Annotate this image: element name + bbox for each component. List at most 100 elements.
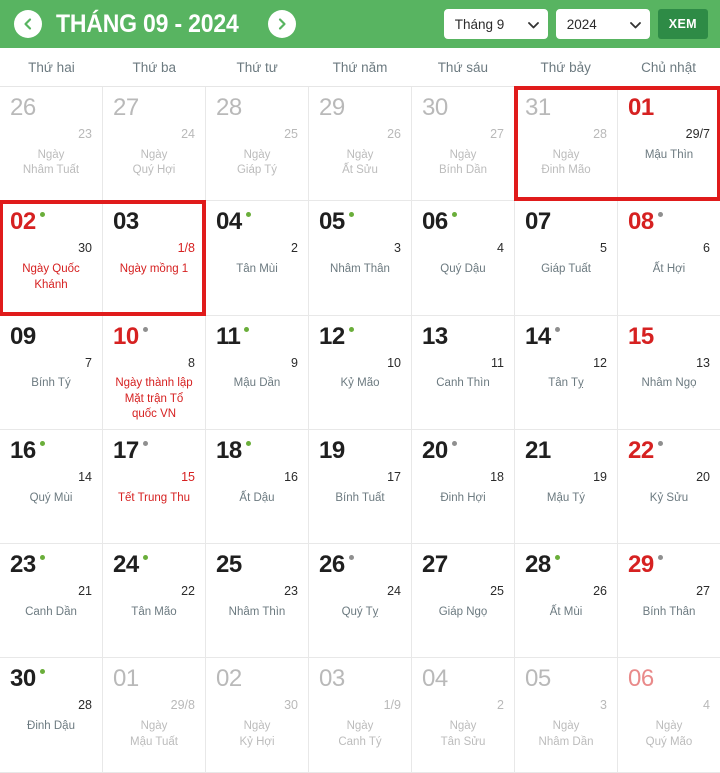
day-number: 06 <box>628 665 654 693</box>
day-cell[interactable]: 28 26 Ất Mùi <box>515 544 617 658</box>
weekday-header-5: Thứ bảy <box>540 59 591 75</box>
day-cell[interactable]: 14 12 Tân Tỵ <box>515 315 617 429</box>
lunar-date: 15 <box>181 469 195 484</box>
day-marker-dot-icon <box>142 326 148 332</box>
day-cell-top: 20 <box>422 438 504 467</box>
day-cell[interactable]: 22 20 Kỷ Sửu <box>618 429 720 544</box>
day-number: 05 <box>319 208 345 236</box>
day-cell[interactable]: 28 25 Ngày Giáp Tý <box>206 87 308 201</box>
day-cell[interactable]: 12 10 Kỷ Mão <box>309 315 411 429</box>
lunar-date: 17 <box>387 469 401 484</box>
day-cell[interactable]: 09 7 Bính Tý <box>0 315 102 429</box>
day-cell-top: 29 <box>628 553 710 581</box>
day-cell[interactable]: 30 28 Đinh Dậu <box>0 658 102 772</box>
day-cell[interactable]: 30 27 Ngày Bính Dần <box>412 87 514 201</box>
day-number: 13 <box>422 322 448 350</box>
day-cell[interactable]: 05 3 Ngày Nhâm Dần <box>515 658 617 772</box>
day-number: 02 <box>216 665 242 693</box>
day-cell[interactable]: 07 5 Giáp Tuất <box>515 201 617 315</box>
day-number: 12 <box>319 322 345 350</box>
calendar-header: THÁNG 09 - 2024 Tháng 9 2024 XEM <box>0 0 720 48</box>
day-cell-top: 02 <box>216 667 298 695</box>
day-cell[interactable]: 06 4 Ngày Quý Mão <box>618 658 720 772</box>
day-cell-top: 28 <box>525 553 607 581</box>
day-cell[interactable]: 02 30 Ngày Quốc Khánh <box>0 201 102 315</box>
lunar-date: 28 <box>593 127 607 141</box>
day-cell[interactable]: 31 28 Ngày Đinh Mão <box>515 87 617 201</box>
day-marker-dot-icon <box>451 440 457 446</box>
day-cell[interactable]: 18 16 Ất Dậu <box>206 429 308 544</box>
day-marker-dot-icon <box>39 440 45 446</box>
day-event-label: Quý Dậu <box>440 263 486 276</box>
day-number: 08 <box>628 208 654 236</box>
day-marker-dot-icon <box>348 212 354 218</box>
day-cell-top: 05 <box>319 210 401 238</box>
day-cell[interactable]: 29 27 Bính Thân <box>618 544 720 658</box>
day-number: 27 <box>422 551 448 579</box>
day-cell[interactable]: 25 23 Nhâm Thìn <box>206 544 308 658</box>
lunar-date: 23 <box>78 127 92 141</box>
day-event-label: Tân Mão <box>131 605 177 618</box>
day-number: 28 <box>216 94 242 121</box>
lunar-date: 26 <box>593 584 607 599</box>
day-cell[interactable]: 06 4 Quý Dậu <box>412 201 514 315</box>
day-number: 05 <box>525 665 551 693</box>
prev-month-button[interactable] <box>14 10 42 38</box>
lunar-date: 21 <box>78 584 92 599</box>
lunar-date: 7 <box>85 355 92 370</box>
day-cell[interactable]: 04 2 Tân Mùi <box>206 201 308 315</box>
month-select[interactable]: Tháng 9 <box>443 9 548 39</box>
year-select[interactable]: 2024 <box>555 9 650 39</box>
day-cell[interactable]: 04 2 Ngày Tân Sửu <box>412 658 514 772</box>
day-cell[interactable]: 05 3 Nhâm Thân <box>309 201 411 315</box>
day-cell-top: 21 <box>525 438 607 467</box>
day-cell[interactable]: 02 30 Ngày Kỷ Hợi <box>206 658 308 772</box>
weekday-header-4: Thứ sáu <box>437 59 488 75</box>
day-cell[interactable]: 08 6 Ất Hợi <box>618 201 720 315</box>
day-cell[interactable]: 23 21 Canh Dần <box>0 544 102 658</box>
day-cell[interactable]: 15 13 Nhâm Ngọ <box>618 315 720 429</box>
next-month-button[interactable] <box>268 10 297 38</box>
day-cell[interactable]: 03 1/9 Ngày Canh Tý <box>309 658 411 772</box>
lunar-date: 28 <box>78 698 92 713</box>
day-cell[interactable]: 20 18 Đinh Hợi <box>412 429 514 544</box>
day-cell[interactable]: 11 9 Mậu Dần <box>206 315 308 429</box>
day-cell[interactable]: 29 26 Ngày Ất Sửu <box>309 87 411 201</box>
day-event-label: Ngày mồng 1 <box>119 263 189 276</box>
day-cell[interactable]: 16 14 Quý Mùi <box>0 429 102 544</box>
day-cell[interactable]: 24 22 Tân Mão <box>103 544 205 658</box>
day-cell-top: 05 <box>525 667 607 695</box>
day-number: 17 <box>113 436 139 464</box>
day-cell[interactable]: 19 17 Bính Tuất <box>309 429 411 544</box>
day-cell[interactable]: 01 29/7 Mậu Thìn <box>618 87 720 201</box>
day-cell[interactable]: 27 24 Ngày Quý Hợi <box>103 87 205 201</box>
day-marker-dot-icon <box>348 555 354 561</box>
day-marker-dot-icon <box>39 669 45 675</box>
day-cell[interactable]: 10 8 Ngày thành lập Mặt trận Tổ quốc VN <box>103 315 205 429</box>
lunar-date: 22 <box>181 584 195 599</box>
day-cell[interactable]: 26 24 Quý Tỵ <box>309 544 411 658</box>
day-cell[interactable]: 17 15 Tết Trung Thu <box>103 429 205 544</box>
day-cell[interactable]: 27 25 Giáp Ngọ <box>412 544 514 658</box>
day-number: 09 <box>10 322 36 350</box>
day-cell[interactable]: 21 19 Mậu Tý <box>515 429 617 544</box>
day-cell-top: 06 <box>422 210 504 238</box>
day-event-label: Ngày Tân Sửu <box>440 720 486 748</box>
lunar-date: 29/8 <box>170 698 195 713</box>
day-number: 18 <box>216 436 242 464</box>
day-cell[interactable]: 26 23 Ngày Nhâm Tuất <box>0 87 102 201</box>
day-cell-top: 16 <box>10 438 92 467</box>
lunar-date: 23 <box>284 584 298 599</box>
lunar-date: 11 <box>491 355 504 370</box>
day-cell-top: 09 <box>10 322 92 353</box>
day-cell-top: 25 <box>216 553 298 581</box>
day-cell-top: 26 <box>10 96 92 124</box>
view-button[interactable]: XEM <box>657 9 708 39</box>
day-cell[interactable]: 03 1/8 Ngày mồng 1 <box>103 201 205 315</box>
day-number: 25 <box>216 551 242 579</box>
day-event-label: Ngày Quý Hợi <box>132 148 176 177</box>
day-cell[interactable]: 13 11 Canh Thìn <box>412 315 514 429</box>
day-cell[interactable]: 01 29/8 Ngày Mậu Tuất <box>103 658 205 772</box>
day-event-label: Ngày Mậu Tuất <box>130 720 178 748</box>
day-event-label: Giáp Tuất <box>541 263 591 276</box>
